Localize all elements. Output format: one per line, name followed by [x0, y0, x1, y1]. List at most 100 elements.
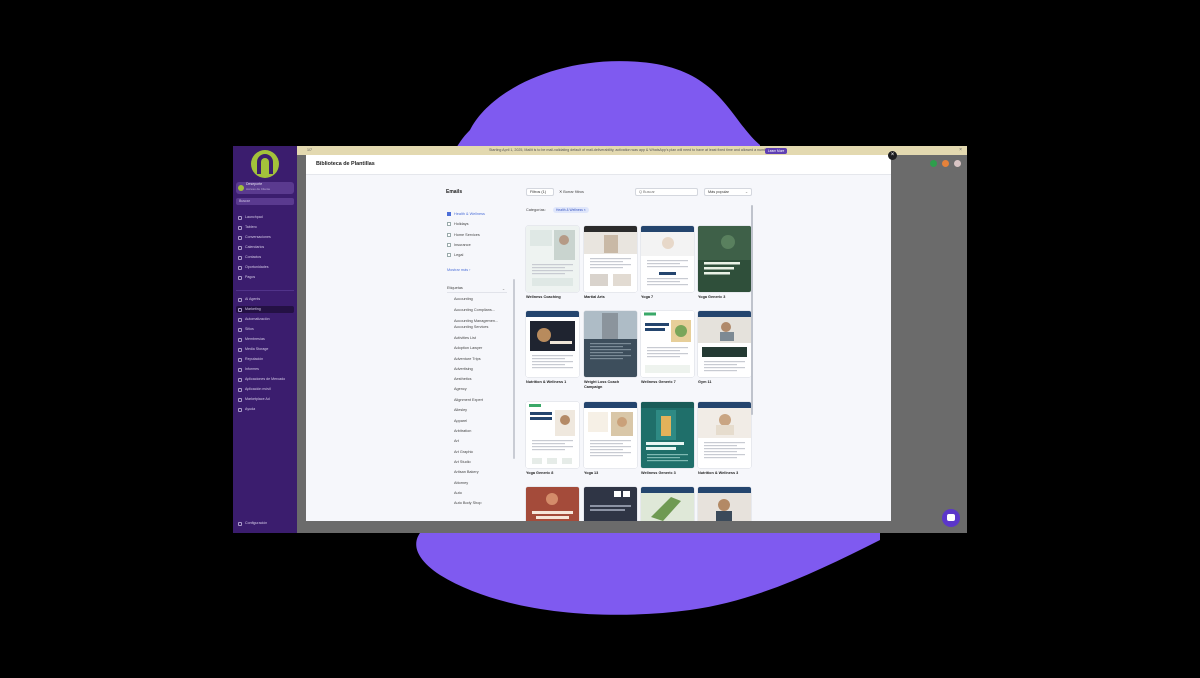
subcategory-option[interactable]: Apparel	[454, 419, 467, 423]
template-name: Gym 11	[698, 380, 712, 385]
category-option[interactable]: Home Services	[447, 232, 480, 237]
checkbox[interactable]	[447, 242, 451, 247]
sidebar-item-calendarios[interactable]: Calendarios	[236, 244, 294, 251]
subcategory-option[interactable]: Adoption Lawyer	[454, 346, 482, 350]
phone-icon[interactable]	[930, 160, 937, 167]
template-name-line: Gym 11	[698, 380, 712, 384]
subcategory-option[interactable]: Accounting Services	[454, 325, 488, 329]
announcement-close-icon[interactable]: ×	[959, 147, 962, 153]
sidebar-item-media-storage[interactable]: Media Storage	[236, 346, 294, 353]
notifications-icon[interactable]	[942, 160, 949, 167]
category-option[interactable]: Holidays	[447, 222, 469, 227]
template-thumbnail[interactable]	[698, 487, 751, 521]
subcategory-header[interactable]: Etiquetas ⌄	[447, 284, 507, 293]
subcategory-option[interactable]: Adventure Trips	[454, 357, 481, 361]
template-thumbnail[interactable]	[698, 311, 751, 377]
checkbox[interactable]	[447, 222, 451, 227]
nav-icon	[238, 408, 242, 412]
sidebar-item-aplicaci-n-m-vil[interactable]: Aplicación móvil	[236, 386, 294, 393]
template-thumbnail[interactable]	[641, 487, 694, 521]
sidebar-item-marketing[interactable]: Marketing	[236, 306, 294, 313]
template-thumbnail[interactable]	[526, 487, 579, 521]
sidebar-item-informes[interactable]: Informes	[236, 366, 294, 373]
sidebar-item-aplicaciones-de-mercado[interactable]: Aplicaciones de Mercado	[236, 376, 294, 383]
clear-filters-button[interactable]: ✕ Borrar filtros	[559, 189, 584, 194]
sidebar-item-settings[interactable]: Configuración	[236, 520, 294, 527]
account-switcher[interactable]: Deseporte Acceso de Cliente	[236, 182, 294, 194]
gear-icon	[238, 522, 242, 526]
show-more-link[interactable]: Mostrar más ›	[447, 268, 470, 272]
subcategory-option[interactable]: Activities List	[454, 336, 476, 340]
category-option[interactable]: Legal	[447, 253, 464, 258]
modal-close-icon[interactable]: ×	[888, 151, 897, 160]
template-name-line-2: Campaign	[584, 385, 603, 389]
template-thumbnail[interactable]	[526, 311, 579, 377]
subcategory-option[interactable]: Arbitration	[454, 429, 471, 433]
template-name-line: Yoga Generic 3	[698, 295, 726, 299]
sidebar-item-marketplace-ad[interactable]: Marketplace Ad	[236, 396, 294, 403]
checkbox[interactable]	[447, 212, 451, 216]
category-chip[interactable]: Health & Wellness ×	[553, 207, 589, 213]
template-thumbnail[interactable]	[584, 487, 637, 521]
checkbox[interactable]	[447, 232, 451, 237]
template-thumbnail[interactable]	[641, 226, 694, 292]
sidebar-item-sitios[interactable]: Sitios	[236, 326, 294, 333]
subcategory-option[interactable]: Art Graphic	[454, 450, 473, 454]
category-option-label: Legal	[454, 253, 464, 258]
filter-label: Filtros	[530, 190, 541, 194]
template-thumbnail[interactable]	[584, 311, 637, 377]
sort-label: Más popular	[708, 190, 729, 194]
template-name-line: Yoga 13	[584, 471, 599, 475]
sidebar-search-input[interactable]: Buscar	[236, 198, 294, 205]
template-thumbnail[interactable]	[698, 402, 751, 468]
subcategory-option[interactable]: Accounting	[454, 297, 473, 301]
subcategory-option[interactable]: Art Studio	[454, 460, 471, 464]
sidebar-item-oportunidades[interactable]: Oportunidades	[236, 264, 294, 271]
logo[interactable]	[251, 150, 279, 178]
template-thumbnail[interactable]	[584, 226, 637, 292]
category-option[interactable]: Insurance	[447, 242, 471, 247]
sidebar-item-label: Reputación	[245, 357, 264, 362]
subcategory-option[interactable]: Auto Body Shop	[454, 501, 481, 505]
sidebar-item-conversaciones[interactable]: Conversaciones	[236, 234, 294, 241]
sidebar-item-contactos[interactable]: Contactos	[236, 254, 294, 261]
template-thumbnail[interactable]	[584, 402, 637, 468]
sidebar-item-tablero[interactable]: Tablero	[236, 224, 294, 231]
learn-more-button[interactable]: Learn More	[765, 147, 788, 154]
subcategory-option[interactable]: Agency	[454, 387, 467, 391]
sort-select[interactable]: Más popular ⌄	[704, 188, 752, 196]
sidebar-item-automatizaci-n[interactable]: Automatización	[236, 316, 294, 323]
category-scrollbar[interactable]	[513, 279, 515, 459]
template-thumbnail[interactable]	[698, 226, 751, 292]
sidebar-item-label: Automatización	[245, 317, 270, 322]
subcategory-option[interactable]: Accounting Managemen...	[454, 319, 498, 323]
template-thumbnail[interactable]	[641, 402, 694, 468]
subcategory-option[interactable]: Attorney	[454, 481, 468, 485]
template-preview	[526, 311, 579, 377]
filter-button[interactable]: Filtros (1)	[526, 188, 554, 196]
template-thumbnail[interactable]	[526, 226, 579, 292]
subcategory-option[interactable]: Allesley	[454, 408, 467, 412]
subcategory-option[interactable]: Accounting Complians...	[454, 308, 495, 312]
checkbox[interactable]	[447, 253, 451, 258]
grid-scrollbar[interactable]	[751, 205, 753, 415]
template-thumbnail[interactable]	[526, 402, 579, 468]
sidebar-item-reputaci-n[interactable]: Reputación	[236, 356, 294, 363]
sidebar-item-pagos[interactable]: Pagos	[236, 274, 294, 281]
sidebar-item-ayuda[interactable]: Ayuda	[236, 406, 294, 413]
sidebar-item-launchpad[interactable]: Launchpad	[236, 214, 294, 221]
sidebar-item-ai-agents[interactable]: Ai Agents	[236, 296, 294, 303]
subcategory-option[interactable]: Aesthetics	[454, 377, 472, 381]
sidebar-item-membres-as[interactable]: Membresías	[236, 336, 294, 343]
subcategory-option[interactable]: Art	[454, 439, 459, 443]
subcategory-option[interactable]: Auto	[454, 491, 462, 495]
template-preview	[641, 311, 694, 377]
template-search-input[interactable]: Q Buscar	[635, 188, 698, 196]
avatar[interactable]	[954, 160, 961, 167]
subcategory-option[interactable]: Artisan Bakery	[454, 470, 479, 474]
subcategory-option[interactable]: Advertising	[454, 367, 473, 371]
category-option[interactable]: Health & Wellness	[447, 212, 485, 216]
template-thumbnail[interactable]	[641, 311, 694, 377]
subcategory-option[interactable]: Alignment Expert	[454, 398, 483, 402]
chat-button[interactable]	[942, 509, 960, 527]
